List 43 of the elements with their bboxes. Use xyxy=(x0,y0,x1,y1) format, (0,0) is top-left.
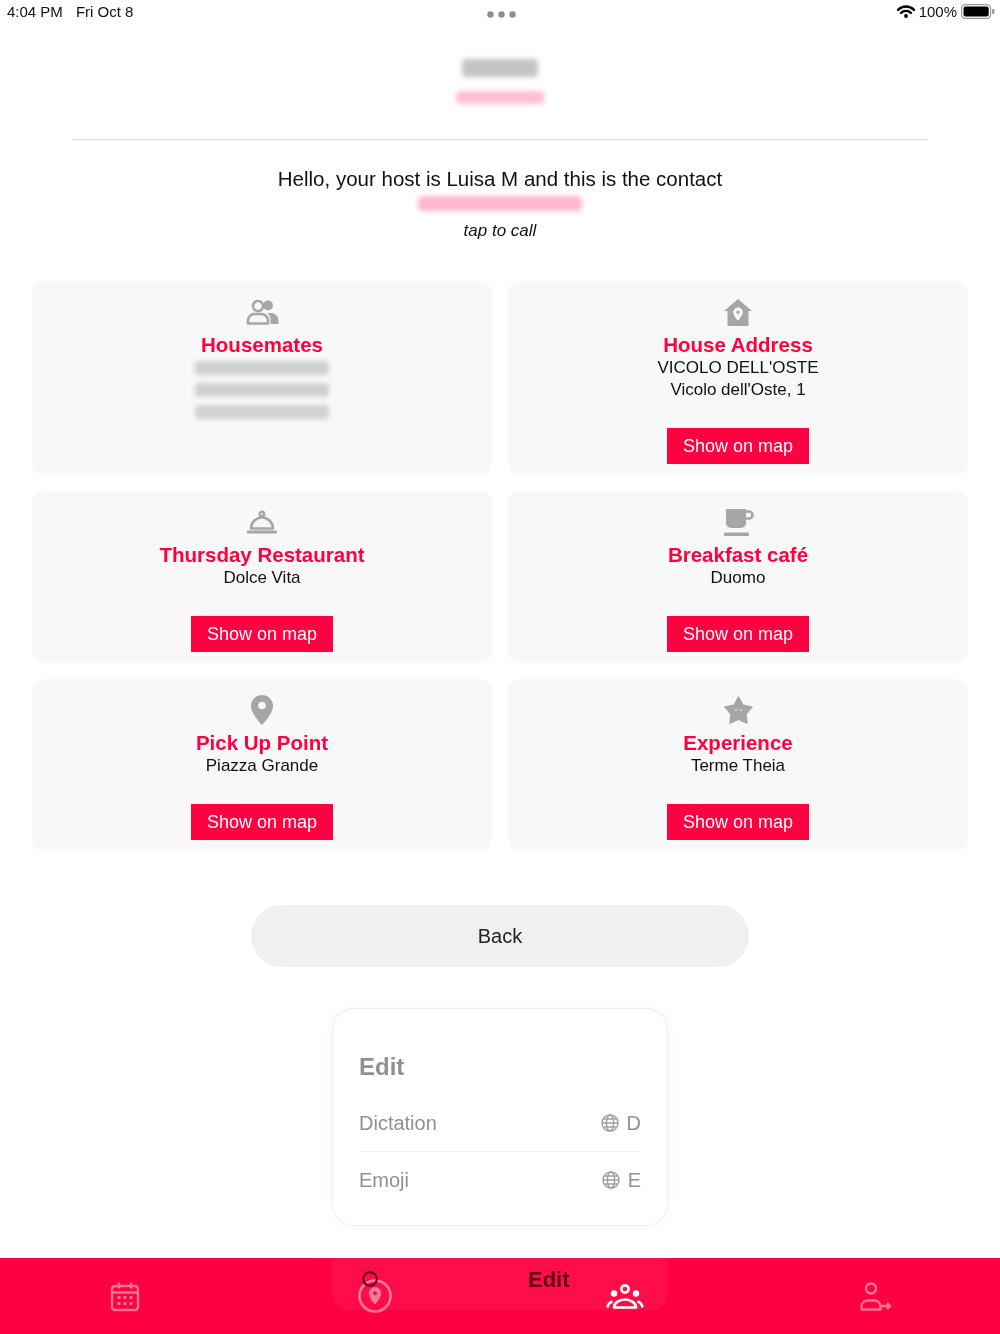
globe-icon xyxy=(600,1114,619,1132)
card-title: Breakfast café xyxy=(667,543,809,567)
card-title: Pick Up Point xyxy=(195,731,329,755)
people-icon xyxy=(245,299,279,325)
profile-arrow-icon xyxy=(858,1281,892,1311)
show-on-map-button[interactable]: Show on map xyxy=(666,616,810,652)
cloche-icon xyxy=(246,510,278,534)
smiling-star-icon xyxy=(723,696,753,724)
house-pin-icon xyxy=(723,297,753,327)
battery-percent: 100% xyxy=(918,3,957,20)
host-greeting: Hello, your host is Luisa M and this is the contact xyxy=(277,167,723,191)
card-title: Housemates xyxy=(201,333,323,357)
more-dots-icon[interactable] xyxy=(486,11,516,18)
card-text: Dolce Vita xyxy=(223,567,301,589)
card-text: Vicolo dell'Oste, 1 xyxy=(670,379,806,401)
show-on-map-button[interactable]: Show on map xyxy=(666,428,810,464)
menu-title: Edit xyxy=(359,1052,406,1082)
show-on-map-button[interactable]: Show on map xyxy=(190,616,334,652)
card-title: House Address xyxy=(663,333,813,357)
coffee-cup-icon xyxy=(722,507,754,537)
show-on-map-button[interactable]: Show on map xyxy=(190,804,334,840)
menu-item[interactable]: Dictation D xyxy=(359,1099,641,1147)
group-tab[interactable] xyxy=(604,1281,646,1311)
card-text: Piazza Grande xyxy=(205,755,319,777)
status-date: Fri Oct 8 xyxy=(75,3,134,20)
card-title: Experience xyxy=(683,731,793,755)
card-text: VICOLO DELL'OSTE xyxy=(657,357,819,379)
tap-to-call-hint: tap to call xyxy=(463,220,537,242)
circle-icon xyxy=(362,1271,378,1287)
globe-icon xyxy=(601,1171,620,1189)
status-time: 4:04 PM xyxy=(7,3,63,20)
card-text: Terme Theia xyxy=(690,755,786,777)
group-icon xyxy=(606,1283,644,1309)
card-title: Thursday Restaurant xyxy=(159,543,365,567)
calendar-icon xyxy=(110,1280,140,1312)
menu-footer-text: Edit xyxy=(528,1267,570,1293)
card-text: Duomo xyxy=(710,567,766,589)
battery-icon xyxy=(961,4,995,19)
back-button[interactable]: Back xyxy=(251,905,749,967)
show-on-map-button[interactable]: Show on map xyxy=(666,804,810,840)
menu-item[interactable]: Emoji E xyxy=(359,1156,641,1204)
map-pin-icon xyxy=(250,694,274,726)
wifi-icon xyxy=(896,5,915,18)
